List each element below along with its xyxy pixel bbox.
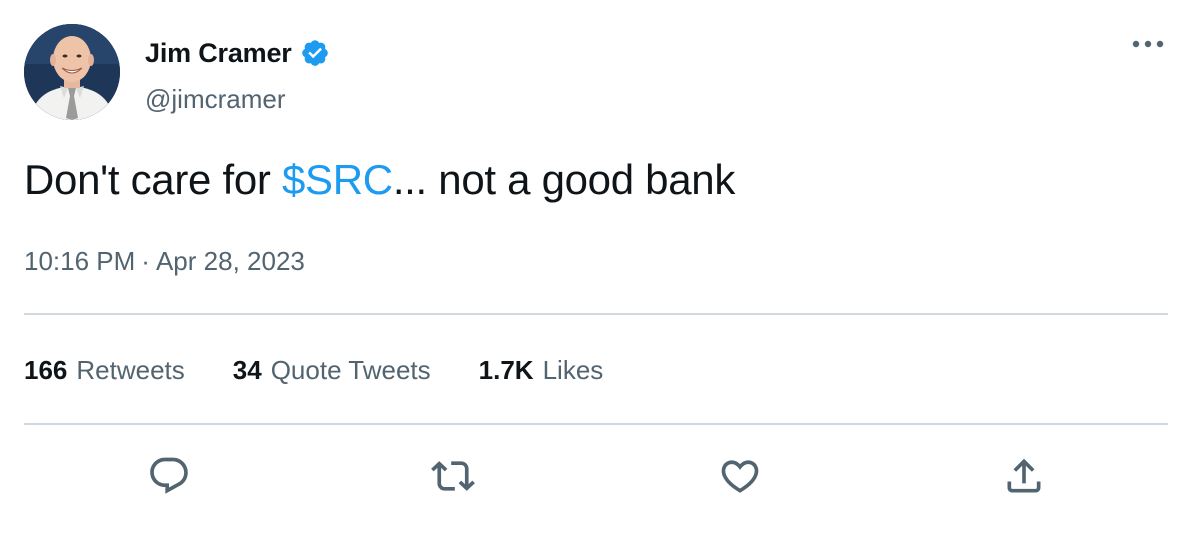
quotes-label: Quote Tweets	[270, 355, 431, 385]
likes-stat[interactable]: 1.7K Likes	[479, 350, 604, 390]
timestamp-separator: ·	[141, 246, 150, 276]
tweet-timestamp[interactable]: 10:16 PM · Apr 28, 2023	[24, 246, 305, 277]
likes-label: Likes	[542, 355, 604, 385]
more-horizontal-icon	[1132, 40, 1164, 48]
author-handle[interactable]: @jimcramer	[145, 84, 330, 115]
tweet-card: Jim Cramer @jimcramer Don't care for $SR…	[0, 0, 1192, 546]
divider-top	[24, 313, 1168, 315]
display-name-row: Jim Cramer	[145, 34, 330, 72]
quotes-count: 34	[232, 355, 262, 385]
tweet-stats: 166 Retweets 34 Quote Tweets 1.7K Likes	[24, 350, 651, 390]
tweet-text-after: ... not a good bank	[392, 156, 736, 203]
tweet-text: Don't care for $SRC... not a good bank	[24, 152, 735, 208]
like-button[interactable]	[712, 448, 768, 504]
avatar[interactable]	[24, 24, 120, 120]
reply-icon	[150, 457, 188, 494]
author-info: Jim Cramer @jimcramer	[145, 34, 330, 115]
retweets-count: 166	[24, 355, 68, 385]
retweet-button[interactable]	[425, 448, 481, 504]
avatar-image	[24, 24, 120, 120]
tweet-text-before: Don't care for	[24, 156, 282, 203]
likes-count: 1.7K	[478, 355, 534, 385]
verified-badge-icon	[300, 38, 330, 68]
reply-button[interactable]	[141, 448, 197, 504]
tweet-time: 10:16 PM	[24, 246, 136, 276]
tweet-actions	[0, 448, 1192, 504]
heart-icon	[721, 460, 759, 493]
tweet-date: Apr 28, 2023	[155, 246, 305, 276]
retweets-label: Retweets	[76, 355, 185, 385]
share-icon	[1007, 458, 1041, 493]
divider-bottom	[24, 423, 1168, 425]
cashtag-link[interactable]: $SRC	[282, 156, 393, 203]
quote-tweets-stat[interactable]: 34 Quote Tweets	[233, 350, 431, 390]
retweets-stat[interactable]: 166 Retweets	[24, 350, 185, 390]
more-options-button[interactable]	[1128, 30, 1168, 58]
retweet-icon	[431, 461, 475, 491]
author-display-name[interactable]: Jim Cramer	[145, 38, 292, 69]
share-button[interactable]	[996, 448, 1052, 504]
